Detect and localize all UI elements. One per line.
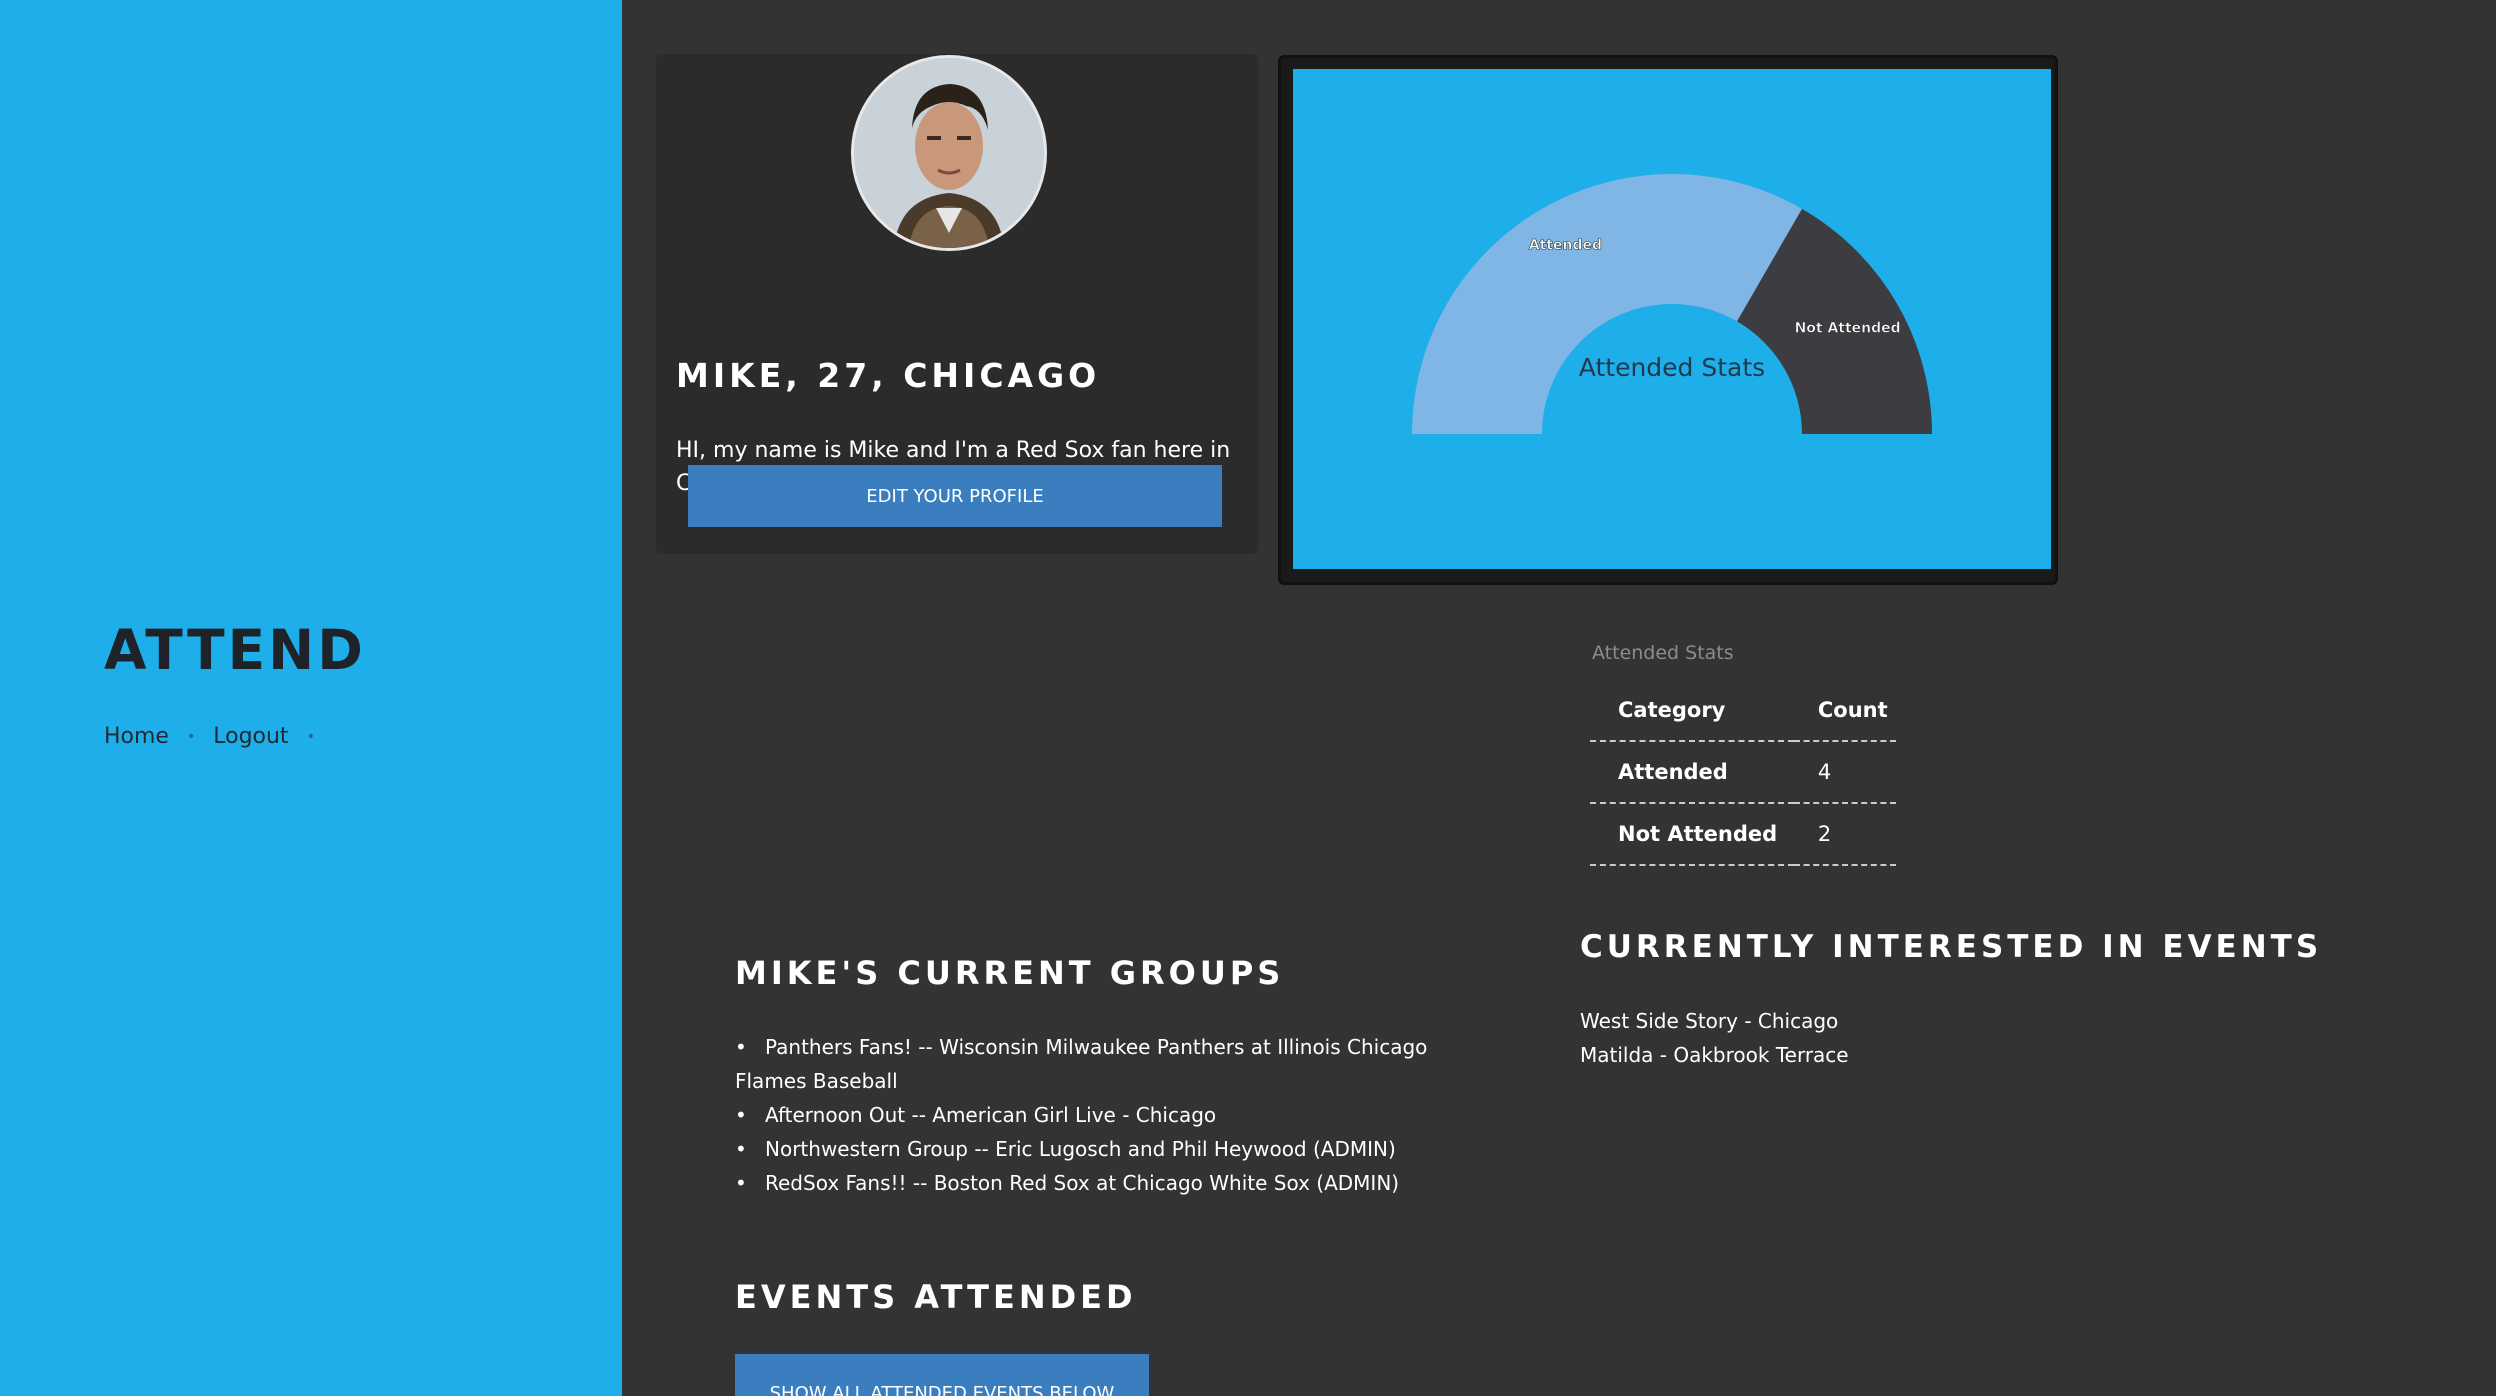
group-item-text: Afternoon Out -- American Girl Live - Ch… <box>765 1103 1217 1127</box>
brand-title: ATTEND <box>104 618 366 682</box>
chart-center-label: Attended Stats <box>1579 353 1765 382</box>
chart-slice-label: Attended <box>1529 237 1602 253</box>
attended-stats-chart: Attended Not Attended Attended Stats <box>1412 174 1932 434</box>
interested-event-item[interactable]: West Side Story - Chicago <box>1580 1004 1849 1038</box>
avatar <box>851 55 1047 251</box>
stats-header-row: Category Count <box>1590 680 1896 742</box>
chart-slice-attended <box>1412 174 1802 434</box>
chart-area: Attended Not Attended Attended Stats <box>1293 69 2051 569</box>
bullet-icon: • <box>735 1035 747 1059</box>
group-item[interactable]: • Northwestern Group -- Eric Lugosch and … <box>735 1132 1495 1166</box>
group-item-text: RedSox Fans!! -- Boston Red Sox at Chica… <box>765 1171 1400 1195</box>
bullet-icon: • <box>735 1103 747 1127</box>
chart-frame: Attended Not Attended Attended Stats <box>1278 55 2058 585</box>
groups-title: MIKE'S CURRENT GROUPS <box>735 954 1285 992</box>
chart-slice-label: Not Attended <box>1795 321 1901 337</box>
group-item[interactable]: • Afternoon Out -- American Girl Live - C… <box>735 1098 1495 1132</box>
sidebar-nav: Home • Logout • <box>104 724 333 749</box>
stats-row: Not Attended 2 <box>1590 803 1896 866</box>
bullet-icon: • <box>735 1137 747 1161</box>
group-item[interactable]: • RedSox Fans!! -- Boston Red Sox at Chic… <box>735 1166 1495 1200</box>
profile-name: MIKE, 27, CHICAGO <box>676 356 1101 395</box>
profile-card: MIKE, 27, CHICAGO HI, my name is Mike an… <box>656 54 1258 554</box>
stats-cell-count: 2 <box>1793 803 1896 866</box>
group-item-text: Northwestern Group -- Eric Lugosch and P… <box>765 1137 1396 1161</box>
show-attended-events-button[interactable]: SHOW ALL ATTENDED EVENTS BELOW <box>735 1354 1149 1396</box>
nav-home-link[interactable]: Home <box>104 724 169 749</box>
stats-cell-category: Not Attended <box>1590 803 1794 866</box>
interested-events-title: CURRENTLY INTERESTED IN EVENTS <box>1580 929 2323 965</box>
stats-cell-category: Attended <box>1590 741 1794 804</box>
stats-header-count: Count <box>1793 680 1896 742</box>
sidebar: ATTEND Home • Logout • <box>0 0 622 1396</box>
group-item-text: Panthers Fans! -- Wisconsin Milwaukee Pa… <box>735 1035 1428 1093</box>
stats-header-category: Category <box>1590 680 1794 742</box>
interested-events-list: West Side Story - Chicago Matilda - Oakb… <box>1580 1004 1849 1072</box>
bullet-icon: • <box>735 1171 747 1195</box>
nav-separator-dot: • <box>306 728 315 745</box>
nav-separator-dot: • <box>186 728 196 745</box>
nav-logout-link[interactable]: Logout <box>213 724 288 749</box>
stats-cell-count: 4 <box>1793 741 1896 804</box>
interested-event-item[interactable]: Matilda - Oakbrook Terrace <box>1580 1038 1849 1072</box>
page: ATTEND Home • Logout • MIKE, 27, CHICAGO… <box>0 0 2496 1396</box>
avatar-portrait <box>854 58 1044 248</box>
events-attended-title: EVENTS ATTENDED <box>735 1278 1137 1316</box>
groups-list: • Panthers Fans! -- Wisconsin Milwaukee P… <box>735 1030 1495 1200</box>
group-item[interactable]: • Panthers Fans! -- Wisconsin Milwaukee P… <box>735 1030 1495 1098</box>
edit-profile-button[interactable]: EDIT YOUR PROFILE <box>688 465 1222 527</box>
stats-caption: Attended Stats <box>1592 642 1734 664</box>
stats-table: Category Count Attended 4 Not Attended 2 <box>1590 680 1896 866</box>
stats-row: Attended 4 <box>1590 741 1896 804</box>
main-content: MIKE, 27, CHICAGO HI, my name is Mike an… <box>622 0 2496 1396</box>
